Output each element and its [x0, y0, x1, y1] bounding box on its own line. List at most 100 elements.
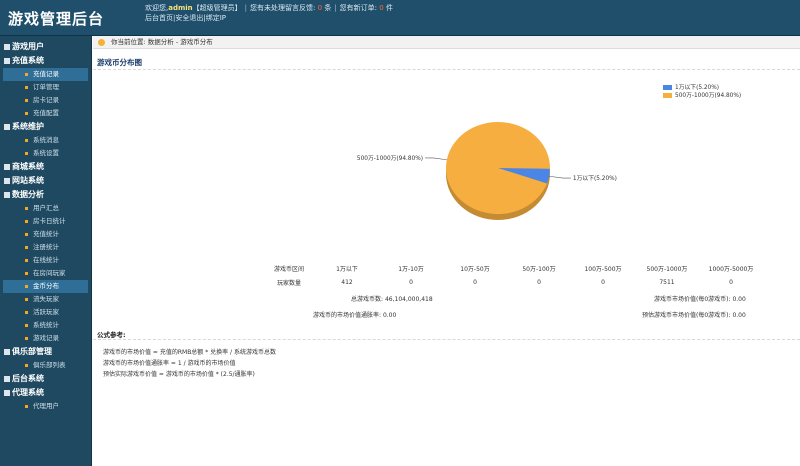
sidebar-group-maintenance[interactable]: 系统维护 [0, 120, 91, 134]
square-icon [4, 164, 10, 170]
estimated-market-value: 预估游戏币市场价值(每0游戏币): 0.00 [642, 312, 746, 319]
main-content: 你当前位置: 数据分析 - 游戏币分布 游戏币分布图 1万以下(5.20%) 50… [93, 36, 800, 466]
home-link[interactable]: 后台首页 [145, 14, 173, 22]
sidebar-item-game-records[interactable]: 游戏记录 [0, 332, 91, 345]
sidebar-group-recharge[interactable]: 充值系统 [0, 54, 91, 68]
bullet-icon [25, 99, 28, 102]
distribution-table: 游戏币区间 1万以下 1万-10万 10万-50万 50万-100万 100万-… [263, 261, 763, 289]
sidebar-item-card-records[interactable]: 房卡记录 [0, 94, 91, 107]
bullet-icon [25, 86, 28, 89]
table-cell: 1万以下 [336, 265, 358, 273]
sidebar-group-agent[interactable]: 代理系统 [0, 386, 91, 400]
inflation-rate: 游戏币的市场价值通胀率: 0.00 [313, 312, 397, 319]
sidebar-item-agent-users[interactable]: 代理用户 [0, 400, 91, 413]
formula-line: 游戏币的市场价值通胀率 = 1 / 游戏币的市场价值 [103, 360, 236, 367]
inflation-rate-value: 0.00 [382, 312, 397, 319]
new-orders-count[interactable]: 0 [379, 4, 383, 12]
table-cell: 500万-1000万 [646, 265, 688, 273]
bullet-icon [25, 259, 28, 262]
sidebar-item-recharge-stats[interactable]: 充值统计 [0, 228, 91, 241]
section-title: 游戏币分布图 [97, 58, 142, 67]
legend-entry: 1万以下(5.20%) [663, 84, 741, 92]
sidebar-group-game-users[interactable]: 游戏用户 [0, 40, 91, 54]
square-icon [4, 44, 10, 50]
square-icon [4, 58, 10, 64]
table-row: 玩家数量 412 0 0 0 0 7511 0 [263, 275, 763, 289]
top-header: 游戏管理后台 欢迎您,admin【超级管理员】 | 您有未处理留言反馈: 0 条 | 您… [0, 0, 800, 36]
bind-ip-link[interactable]: 绑定IP [206, 14, 226, 22]
sidebar-item-churned-players[interactable]: 流失玩家 [0, 293, 91, 306]
sidebar-item-user-summary[interactable]: 用户汇总 [0, 202, 91, 215]
sidebar-item-register-stats[interactable]: 注册统计 [0, 241, 91, 254]
bullet-icon [25, 207, 28, 210]
bullet-icon [25, 272, 28, 275]
sidebar-item-system-stats[interactable]: 系统统计 [0, 319, 91, 332]
sidebar-group-admin[interactable]: 后台系统 [0, 372, 91, 386]
sidebar-item-online-stats[interactable]: 在线统计 [0, 254, 91, 267]
username: admin [168, 4, 193, 12]
sidebar-group-website[interactable]: 网站系统 [0, 174, 91, 188]
sidebar-item-recharge-records[interactable]: 充值记录 [3, 68, 88, 81]
total-coins: 总游戏币数: 46,104,000,418 [351, 296, 433, 303]
bullet-icon [25, 405, 28, 408]
estimated-market-value-value: 0.00 [732, 312, 746, 319]
sidebar-item-recharge-config[interactable]: 充值配置 [0, 107, 91, 120]
bullet-icon [25, 298, 28, 301]
chart-legend: 1万以下(5.20%) 500万-1000万(94.80%) [663, 84, 741, 100]
table-cell: 0 [601, 278, 605, 286]
table-cell: 10万-50万 [460, 265, 490, 273]
square-icon [4, 124, 10, 130]
bullet-icon [25, 337, 28, 340]
bullet-icon [25, 246, 28, 249]
sidebar-item-orders[interactable]: 订单管理 [0, 81, 91, 94]
new-orders-unit: 件 [385, 4, 393, 12]
sidebar-item-coin-distribution[interactable]: 金币分布 [3, 280, 88, 293]
table-cell: 50万-100万 [522, 265, 556, 273]
sidebar-group-club[interactable]: 俱乐部管理 [0, 345, 91, 359]
home-icon [98, 39, 105, 46]
bullet-icon [25, 233, 28, 236]
sidebar-item-active-players[interactable]: 活跃玩家 [0, 306, 91, 319]
sidebar-item-system-settings[interactable]: 系统设置 [0, 147, 91, 160]
top-links: 后台首页|安全退出|绑定IP [145, 14, 227, 22]
sidebar-item-club-list[interactable]: 俱乐部列表 [0, 359, 91, 372]
sidebar: 游戏用户 充值系统 充值记录 订单管理 房卡记录 充值配置 系统维护 系统消息 … [0, 36, 92, 466]
breadcrumb-path: 数据分析 - 游戏币分布 [147, 38, 213, 46]
legend-label: 500万-1000万(94.80%) [675, 93, 742, 99]
sidebar-item-system-messages[interactable]: 系统消息 [0, 134, 91, 147]
table-cell: 412 [341, 278, 353, 286]
table-row: 游戏币区间 1万以下 1万-10万 10万-50万 50万-100万 100万-… [263, 261, 763, 275]
market-value: 游戏币市场价值(每0游戏币): 0.00 [654, 296, 746, 303]
table-cell: 7511 [659, 278, 675, 286]
pie-slice-1 [446, 122, 550, 215]
square-icon [4, 390, 10, 396]
bullet-icon [25, 152, 28, 155]
formula-line: 预估实际游戏币价值 = 游戏币的市场价值 * (2.5/通胀率) [103, 371, 255, 378]
legend-swatch [663, 85, 672, 90]
sidebar-item-in-room-players[interactable]: 在房间玩家 [0, 267, 91, 280]
breadcrumb-prefix: 你当前位置: [111, 38, 146, 46]
bullet-icon [25, 112, 28, 115]
bullet-icon [25, 324, 28, 327]
app-title: 游戏管理后台 [8, 10, 105, 28]
bullet-icon [25, 73, 28, 76]
pie-leader-line-1 [425, 157, 447, 161]
legend-swatch [663, 93, 672, 98]
sidebar-group-mall[interactable]: 商城系统 [0, 160, 91, 174]
square-icon [4, 192, 10, 198]
table-cell: 1000万-5000万 [708, 265, 754, 273]
pie-leader-line-0 [549, 175, 571, 179]
square-icon [4, 349, 10, 355]
user-role: 【超级管理员】 [192, 4, 242, 12]
sidebar-group-analytics[interactable]: 数据分析 [0, 188, 91, 202]
new-orders-label: 您有新订单: [339, 4, 378, 12]
feedback-count[interactable]: 0 [318, 4, 322, 12]
logout-link[interactable]: 安全退出 [175, 14, 203, 22]
sidebar-item-card-daily[interactable]: 房卡日统计 [0, 215, 91, 228]
table-row-header: 游戏币区间 [273, 265, 304, 273]
square-icon [4, 178, 10, 184]
table-cell: 0 [537, 278, 541, 286]
divider [93, 339, 800, 340]
legend-entry: 500万-1000万(94.80%) [663, 92, 741, 100]
table-row-header: 玩家数量 [276, 279, 301, 287]
